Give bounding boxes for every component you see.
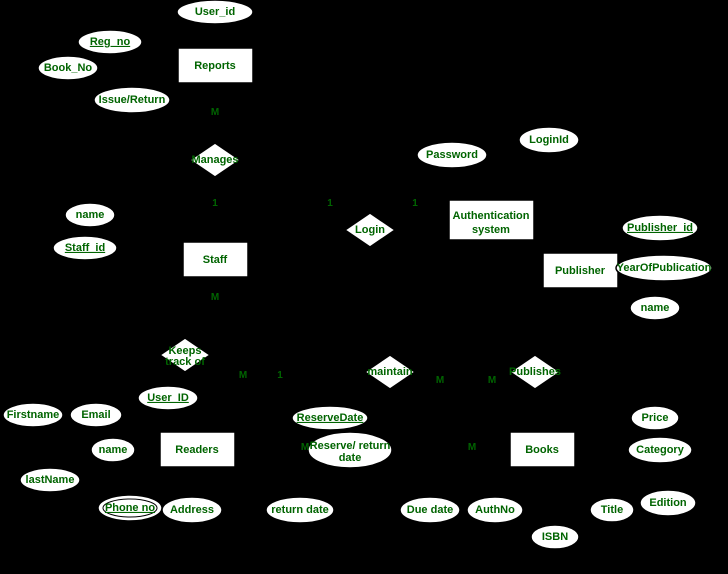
keeps-track-label2: track of bbox=[165, 356, 205, 368]
authno-label: AuthNo bbox=[475, 504, 515, 516]
title-label: Title bbox=[601, 504, 623, 516]
edition-label: Edition bbox=[649, 497, 687, 509]
staff-label: Staff bbox=[203, 254, 228, 266]
auth-label2: system bbox=[472, 224, 510, 236]
er-diagram: Manages Login Keeps track of maintain Pu… bbox=[0, 0, 728, 574]
mult-3: M bbox=[211, 292, 219, 303]
manages-label: Manages bbox=[191, 154, 238, 166]
return-date-label: return date bbox=[271, 504, 328, 516]
price-label: Price bbox=[642, 412, 669, 424]
reserve-return-label2: date bbox=[339, 452, 362, 464]
mult-6: M bbox=[239, 370, 247, 381]
publisher-id-label: Publisher_id bbox=[627, 222, 693, 234]
mult-9: M bbox=[488, 375, 496, 386]
mult-8: M bbox=[436, 375, 444, 386]
phone-label: Phone no bbox=[105, 502, 155, 514]
isbn-label: ISBN bbox=[542, 531, 568, 543]
reader-name-label: name bbox=[99, 444, 128, 456]
auth-label1: Authentication bbox=[453, 210, 530, 222]
address-label: Address bbox=[170, 504, 214, 516]
login-label: Login bbox=[355, 224, 385, 236]
mult-1: M bbox=[211, 107, 219, 118]
books-label: Books bbox=[525, 444, 559, 456]
issue-return-label: Issue/Return bbox=[99, 94, 166, 106]
publisher-label: Publisher bbox=[555, 265, 606, 277]
due-date-label: Due date bbox=[407, 504, 453, 516]
mult-5: 1 bbox=[412, 198, 418, 209]
login-id-label: LoginId bbox=[529, 134, 569, 146]
staff-id-label: Staff_id bbox=[65, 242, 105, 254]
year-pub-label: YearOfPublication bbox=[617, 262, 712, 274]
staff-name-label: name bbox=[76, 209, 105, 221]
reserve-date-label: ReserveDate bbox=[297, 412, 364, 424]
mult-2: 1 bbox=[212, 198, 218, 209]
firstname-label: Firstname bbox=[7, 409, 60, 421]
mult-10: M bbox=[301, 442, 309, 453]
category-label: Category bbox=[636, 444, 685, 456]
reserve-return-label1: Reserve/ return bbox=[310, 440, 391, 452]
mult-7: 1 bbox=[277, 370, 283, 381]
publishes-label: Publishes bbox=[509, 366, 561, 378]
email-label: Email bbox=[81, 409, 110, 421]
user-id-label: User_id bbox=[195, 6, 235, 18]
mult-4: 1 bbox=[327, 198, 333, 209]
reg-no-label: Reg_no bbox=[90, 36, 131, 48]
pub-name-label: name bbox=[641, 302, 670, 314]
lastname-label: lastName bbox=[26, 474, 75, 486]
readers-label: Readers bbox=[175, 444, 218, 456]
password-label: Password bbox=[426, 149, 478, 161]
book-no-label: Book_No bbox=[44, 62, 93, 74]
mult-11: M bbox=[468, 442, 476, 453]
maintain-label: maintain bbox=[367, 366, 413, 378]
reports-label: Reports bbox=[194, 60, 236, 72]
user-id-reader-label: User_ID bbox=[147, 392, 189, 404]
